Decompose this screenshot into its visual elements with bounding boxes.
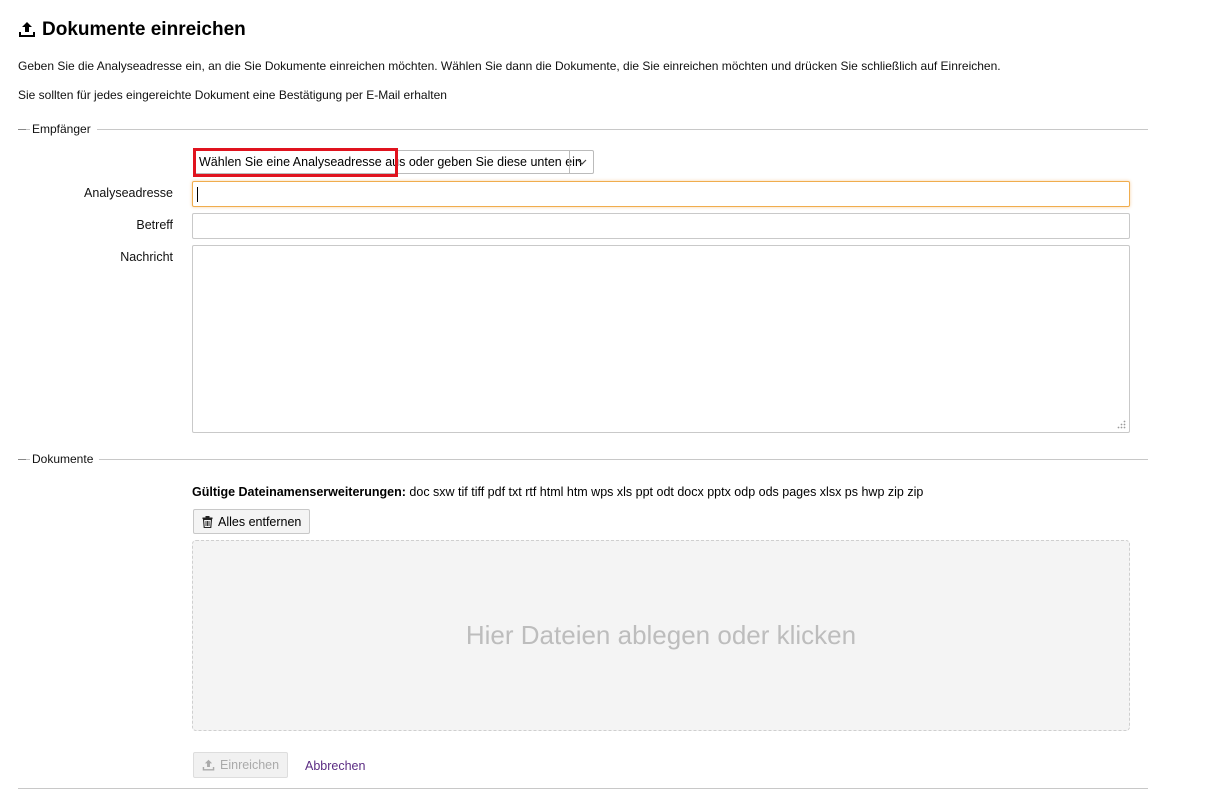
- extensions-list: doc sxw tif tiff pdf txt rtf html htm wp…: [409, 485, 924, 499]
- submit-label: Einreichen: [220, 758, 280, 772]
- page-title-text: Dokumente einreichen: [42, 19, 246, 40]
- subject-input[interactable]: [192, 213, 1130, 239]
- submit-button[interactable]: Einreichen: [193, 752, 289, 778]
- documents-fieldset-legend: Dokumente: [18, 451, 1148, 467]
- cancel-link[interactable]: Abbrechen: [305, 759, 365, 773]
- trash-icon: [202, 515, 213, 528]
- analysis-address-select[interactable]: Wählen Sie eine Analyseadresse aus oder …: [193, 150, 594, 174]
- page-title: Dokumente einreichen: [18, 18, 246, 42]
- chevron-down-icon[interactable]: [569, 151, 593, 173]
- valid-extensions: Gültige Dateinamenserweiterungen: doc sx…: [192, 485, 923, 499]
- text-caret: [197, 187, 198, 202]
- analysis-address-input[interactable]: [192, 181, 1130, 207]
- remove-all-button[interactable]: Alles entfernen: [193, 509, 311, 534]
- upload-icon: [202, 759, 215, 771]
- resize-handle-icon[interactable]: [1117, 420, 1126, 429]
- select-value: Wählen Sie eine Analyseadresse aus oder …: [199, 155, 582, 169]
- form-bottom-divider: [18, 788, 1148, 789]
- documents-legend-text: Dokumente: [30, 451, 100, 467]
- subject-label: Betreff: [136, 218, 173, 232]
- address-label: Analyseadresse: [84, 186, 173, 200]
- remove-all-label: Alles entfernen: [218, 514, 302, 529]
- intro-text: Geben Sie die Analyseadresse ein, an die…: [18, 59, 1001, 73]
- confirmation-note: Sie sollten für jedes eingereichte Dokum…: [18, 88, 447, 102]
- upload-icon: [19, 22, 35, 37]
- recipient-legend-text: Empfänger: [30, 121, 97, 137]
- extensions-label: Gültige Dateinamenserweiterungen:: [192, 485, 406, 499]
- message-textarea[interactable]: [192, 245, 1130, 433]
- message-label: Nachricht: [120, 250, 173, 264]
- file-dropzone[interactable]: Hier Dateien ablegen oder klicken: [192, 540, 1130, 731]
- recipient-fieldset-legend: Empfänger: [18, 121, 1148, 137]
- dropzone-text: Hier Dateien ablegen oder klicken: [465, 620, 857, 650]
